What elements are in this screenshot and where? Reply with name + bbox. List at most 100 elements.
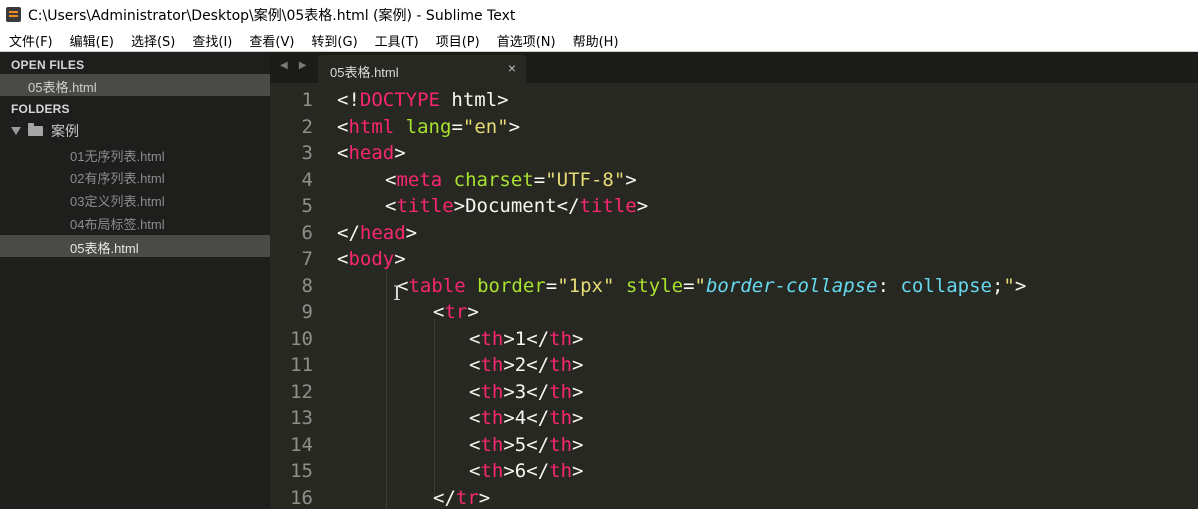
open-file-label: 05表格.html (28, 80, 97, 95)
menu-find[interactable]: 查找(I) (183, 31, 240, 50)
sidebar-file-item[interactable]: 02有序列表.html (70, 168, 165, 187)
open-file-item[interactable]: 05表格.html (0, 74, 270, 96)
token-tag: th (480, 354, 504, 376)
line-number: 1 (301, 89, 313, 111)
token: < (469, 328, 481, 350)
token-string: " (1003, 275, 1015, 297)
token: > (625, 169, 637, 191)
menu-edit[interactable]: 编辑(E) (61, 31, 122, 50)
token: = (533, 169, 546, 191)
disclosure-triangle-icon[interactable] (11, 127, 21, 135)
token-string: "UTF-8" (545, 169, 626, 191)
line-number: 15 (290, 460, 313, 482)
line-number: 12 (290, 381, 313, 403)
token: > (503, 434, 515, 456)
code-line-3: <head> (337, 142, 406, 164)
token-tag: th (480, 407, 504, 429)
window-title-bar: C:\Users\Administrator\Desktop\案例\05表格.h… (0, 0, 1198, 29)
line-number: 14 (290, 434, 313, 456)
folder-icon (28, 123, 43, 136)
tab-nav-arrows-icon[interactable]: ◀ ▶ (280, 60, 311, 71)
token-text: 4 (514, 407, 527, 429)
menu-selection[interactable]: 选择(S) (122, 31, 183, 50)
indent-guide (434, 319, 435, 499)
token: < (469, 434, 481, 456)
line-number: 16 (290, 487, 313, 509)
token: > (467, 301, 479, 323)
code-line-14: <th>5</th> (469, 434, 583, 456)
line-number: 4 (301, 169, 313, 191)
token: > (572, 460, 584, 482)
token: < (469, 460, 481, 482)
token: </ (526, 328, 550, 350)
menu-preferences[interactable]: 首选项(N) (488, 31, 564, 50)
close-icon[interactable]: × (508, 60, 516, 76)
token: > (503, 328, 515, 350)
line-number: 11 (290, 354, 313, 376)
token: > (508, 116, 521, 138)
token-tag: head (359, 222, 406, 244)
token: < (469, 407, 481, 429)
token: > (405, 222, 418, 244)
token: < (469, 354, 481, 376)
token-text: 5 (514, 434, 527, 456)
token-attr: charset (453, 169, 534, 191)
folder-row[interactable]: 案例 (11, 121, 79, 141)
token: : (877, 275, 901, 297)
code-editor[interactable]: 1 2 3 4 5 6 7 8 9 10 11 12 13 14 15 16 <… (270, 83, 1198, 509)
token: > (572, 434, 584, 456)
token-css-value: collapse (900, 275, 992, 297)
token: > (572, 407, 584, 429)
code-line-1: <!DOCTYPE html> (337, 89, 509, 111)
code-line-5: <title>Document</title> (385, 195, 648, 217)
token-attr: lang (405, 116, 452, 138)
line-number: 10 (290, 328, 313, 350)
token-string: "en" (462, 116, 509, 138)
token-text: Document (465, 195, 557, 217)
menu-project[interactable]: 项目(P) (427, 31, 488, 50)
sidebar-file-item[interactable]: 01无序列表.html (70, 146, 165, 165)
token-tag: title (396, 195, 454, 217)
menu-help[interactable]: 帮助(H) (564, 31, 627, 50)
token: <! (337, 89, 360, 111)
token: </ (526, 407, 550, 429)
token-tag: th (549, 407, 573, 429)
line-number: 8 (301, 275, 313, 297)
menu-bar: 文件(F) 编辑(E) 选择(S) 查找(I) 查看(V) 转到(G) 工具(T… (0, 29, 1198, 52)
line-number: 7 (301, 248, 313, 270)
token: html> (439, 89, 509, 111)
menu-file[interactable]: 文件(F) (0, 31, 61, 50)
sidebar-file-item-selected[interactable]: 05表格.html (0, 235, 270, 257)
token: </ (526, 381, 550, 403)
folders-header: FOLDERS (11, 102, 70, 116)
token: = (545, 275, 558, 297)
menu-goto[interactable]: 转到(G) (302, 31, 365, 50)
token: < (469, 381, 481, 403)
token-tag: th (549, 328, 573, 350)
token-tag: table (408, 275, 466, 297)
token: < (385, 169, 397, 191)
line-number: 13 (290, 407, 313, 429)
sidebar: OPEN FILES 05表格.html FOLDERS 案例 01无序列表.h… (0, 52, 270, 509)
line-number: 5 (301, 195, 313, 217)
code-line-4: <meta charset="UTF-8"> (385, 169, 637, 191)
code-line-6: </head> (337, 222, 417, 244)
token: > (453, 195, 466, 217)
token: </ (556, 195, 580, 217)
token: > (1014, 275, 1027, 297)
text-cursor-icon: I (393, 281, 401, 305)
token: > (394, 142, 406, 164)
menu-view[interactable]: 查看(V) (240, 31, 302, 50)
tab-label: 05表格.html (330, 65, 399, 80)
sidebar-file-item[interactable]: 03定义列表.html (70, 191, 165, 210)
sidebar-file-item[interactable]: 04布局标签.html (70, 214, 165, 233)
token-text: 2 (514, 354, 527, 376)
token-tag: body (348, 248, 395, 270)
line-number: 3 (301, 142, 313, 164)
tab-05-table[interactable]: 05表格.html × (318, 55, 526, 83)
menu-tools[interactable]: 工具(T) (366, 31, 427, 50)
token: </ (526, 460, 550, 482)
tab-bar: ◀ ▶ 05表格.html × (270, 52, 1198, 83)
token-tag: th (480, 328, 504, 350)
